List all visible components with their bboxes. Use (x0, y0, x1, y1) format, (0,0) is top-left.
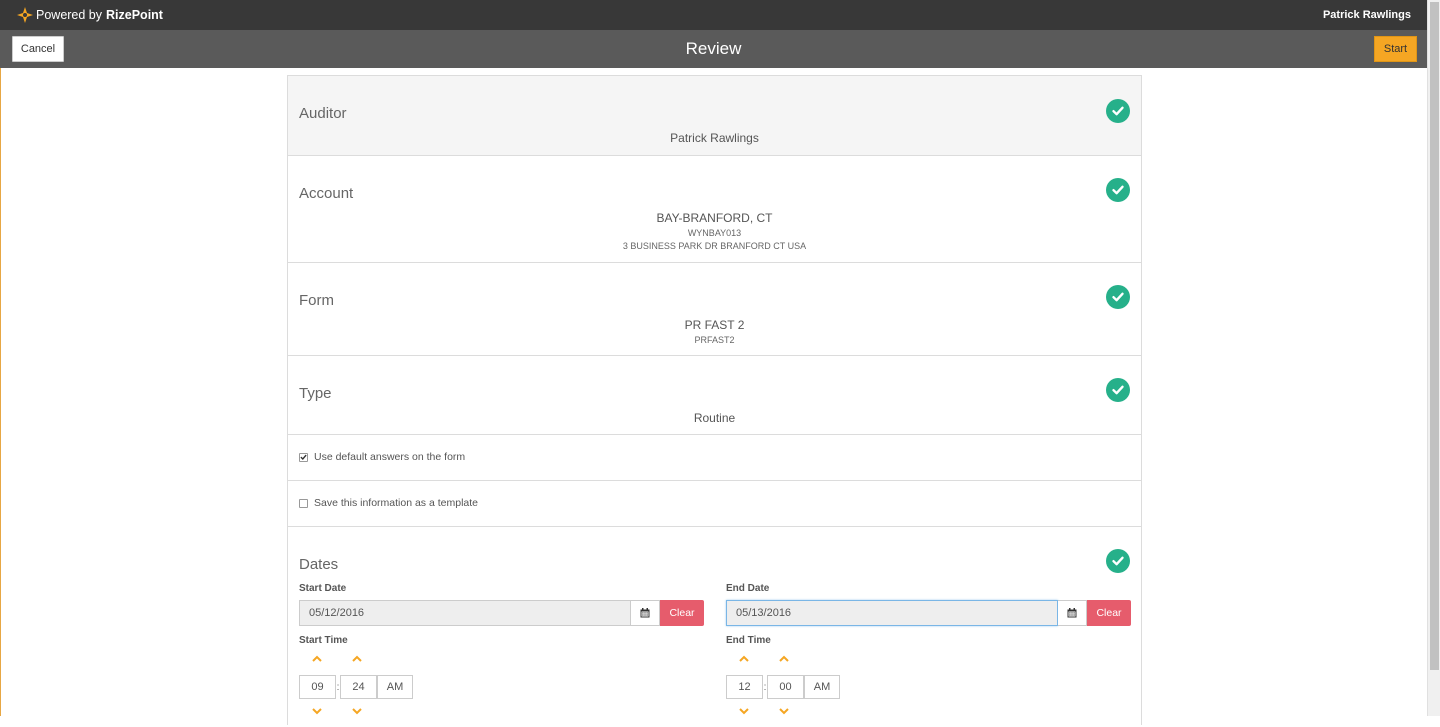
page-scrollbar[interactable] (1427, 0, 1440, 716)
chevron-up-icon[interactable] (778, 655, 790, 663)
account-code: WYNBAY013 (687, 228, 742, 238)
start-time-label: Start Time (299, 635, 348, 646)
checkmark-icon (300, 454, 307, 461)
chevron-down-icon[interactable] (738, 707, 750, 715)
page-title: Review (685, 39, 742, 58)
left-edge-divider (0, 68, 1, 716)
save-template-row[interactable]: Save this information as a template (299, 497, 478, 509)
check-icon (1106, 549, 1130, 573)
start-button[interactable]: Start (1374, 36, 1417, 62)
check-icon (1106, 285, 1130, 309)
user-name[interactable]: Patrick Rawlings (1323, 9, 1411, 21)
form-code: PRFAST2 (694, 335, 735, 345)
top-brand-bar: Powered by RizePoint Patrick Rawlings (0, 0, 1427, 30)
check-icon (1106, 99, 1130, 123)
account-label: Account (299, 185, 354, 202)
save-template-section: Save this information as a template (288, 481, 1141, 527)
start-minute-input[interactable]: 24 (340, 675, 377, 699)
chevron-down-icon[interactable] (351, 707, 363, 715)
end-date-label: End Date (726, 583, 770, 594)
default-answers-row[interactable]: Use default answers on the form (299, 451, 465, 463)
save-template-checkbox[interactable] (299, 498, 308, 508)
account-value: BAY-BRANFORD, CT (656, 211, 773, 225)
default-answers-checkbox[interactable] (299, 452, 308, 462)
brand: Powered by RizePoint (16, 6, 163, 24)
brand-name: RizePoint (106, 8, 163, 22)
chevron-up-icon[interactable] (311, 655, 323, 663)
start-date-label: Start Date (299, 583, 347, 594)
auditor-section[interactable]: Auditor Patrick Rawlings (288, 76, 1141, 156)
dates-label: Dates (299, 556, 339, 573)
cancel-button[interactable]: Cancel (12, 36, 64, 62)
check-icon (1106, 378, 1130, 402)
end-ampm-toggle[interactable]: AM (804, 675, 840, 699)
default-answers-label: Use default answers on the form (314, 451, 466, 463)
start-time-picker: 09 : 24 AM (299, 655, 419, 715)
rizepoint-logo-icon (16, 6, 34, 24)
type-label: Type (299, 385, 332, 402)
brand-prefix: Powered by (36, 8, 103, 22)
end-minute-input[interactable]: 00 (767, 675, 804, 699)
chevron-down-icon[interactable] (311, 707, 323, 715)
auditor-value: Patrick Rawlings (670, 131, 759, 145)
auditor-label: Auditor (299, 105, 347, 122)
calendar-icon[interactable] (631, 600, 660, 626)
start-date-input[interactable]: 05/12/2016 (299, 600, 631, 626)
type-section[interactable]: Type Routine (288, 356, 1141, 435)
save-template-label: Save this information as a template (314, 497, 479, 509)
start-date-picker: 05/12/2016 Clear (299, 600, 704, 626)
end-date-input[interactable]: 05/13/2016 (726, 600, 1058, 626)
form-label: Form (299, 292, 334, 309)
dates-section: Dates Start Date End Date 05/12/2016 Cle… (288, 527, 1141, 727)
form-section[interactable]: Form PR FAST 2 PRFAST2 (288, 263, 1141, 356)
account-address: 3 BUSINESS PARK DR BRANFORD CT USA (622, 241, 807, 251)
end-date-picker: 05/13/2016 Clear (726, 600, 1131, 626)
default-answers-section: Use default answers on the form (288, 435, 1141, 481)
check-icon (1106, 178, 1130, 202)
review-panel: Auditor Patrick Rawlings Account BAY-BRA… (287, 75, 1142, 725)
calendar-icon[interactable] (1058, 600, 1087, 626)
form-value: PR FAST 2 (684, 318, 745, 332)
chevron-down-icon[interactable] (778, 707, 790, 715)
chevron-up-icon[interactable] (738, 655, 750, 663)
chevron-up-icon[interactable] (351, 655, 363, 663)
start-date-clear-button[interactable]: Clear (660, 600, 704, 626)
end-time-label: End Time (726, 635, 771, 646)
end-date-clear-button[interactable]: Clear (1087, 600, 1131, 626)
end-time-picker: 12 : 00 AM (726, 655, 846, 715)
start-hour-input[interactable]: 09 (299, 675, 336, 699)
account-section[interactable]: Account BAY-BRANFORD, CT WYNBAY013 3 BUS… (288, 156, 1141, 263)
page-header: Cancel Review Start (0, 30, 1427, 68)
type-value: Routine (693, 411, 736, 425)
scrollbar-thumb[interactable] (1430, 2, 1439, 670)
end-hour-input[interactable]: 12 (726, 675, 763, 699)
start-ampm-toggle[interactable]: AM (377, 675, 413, 699)
